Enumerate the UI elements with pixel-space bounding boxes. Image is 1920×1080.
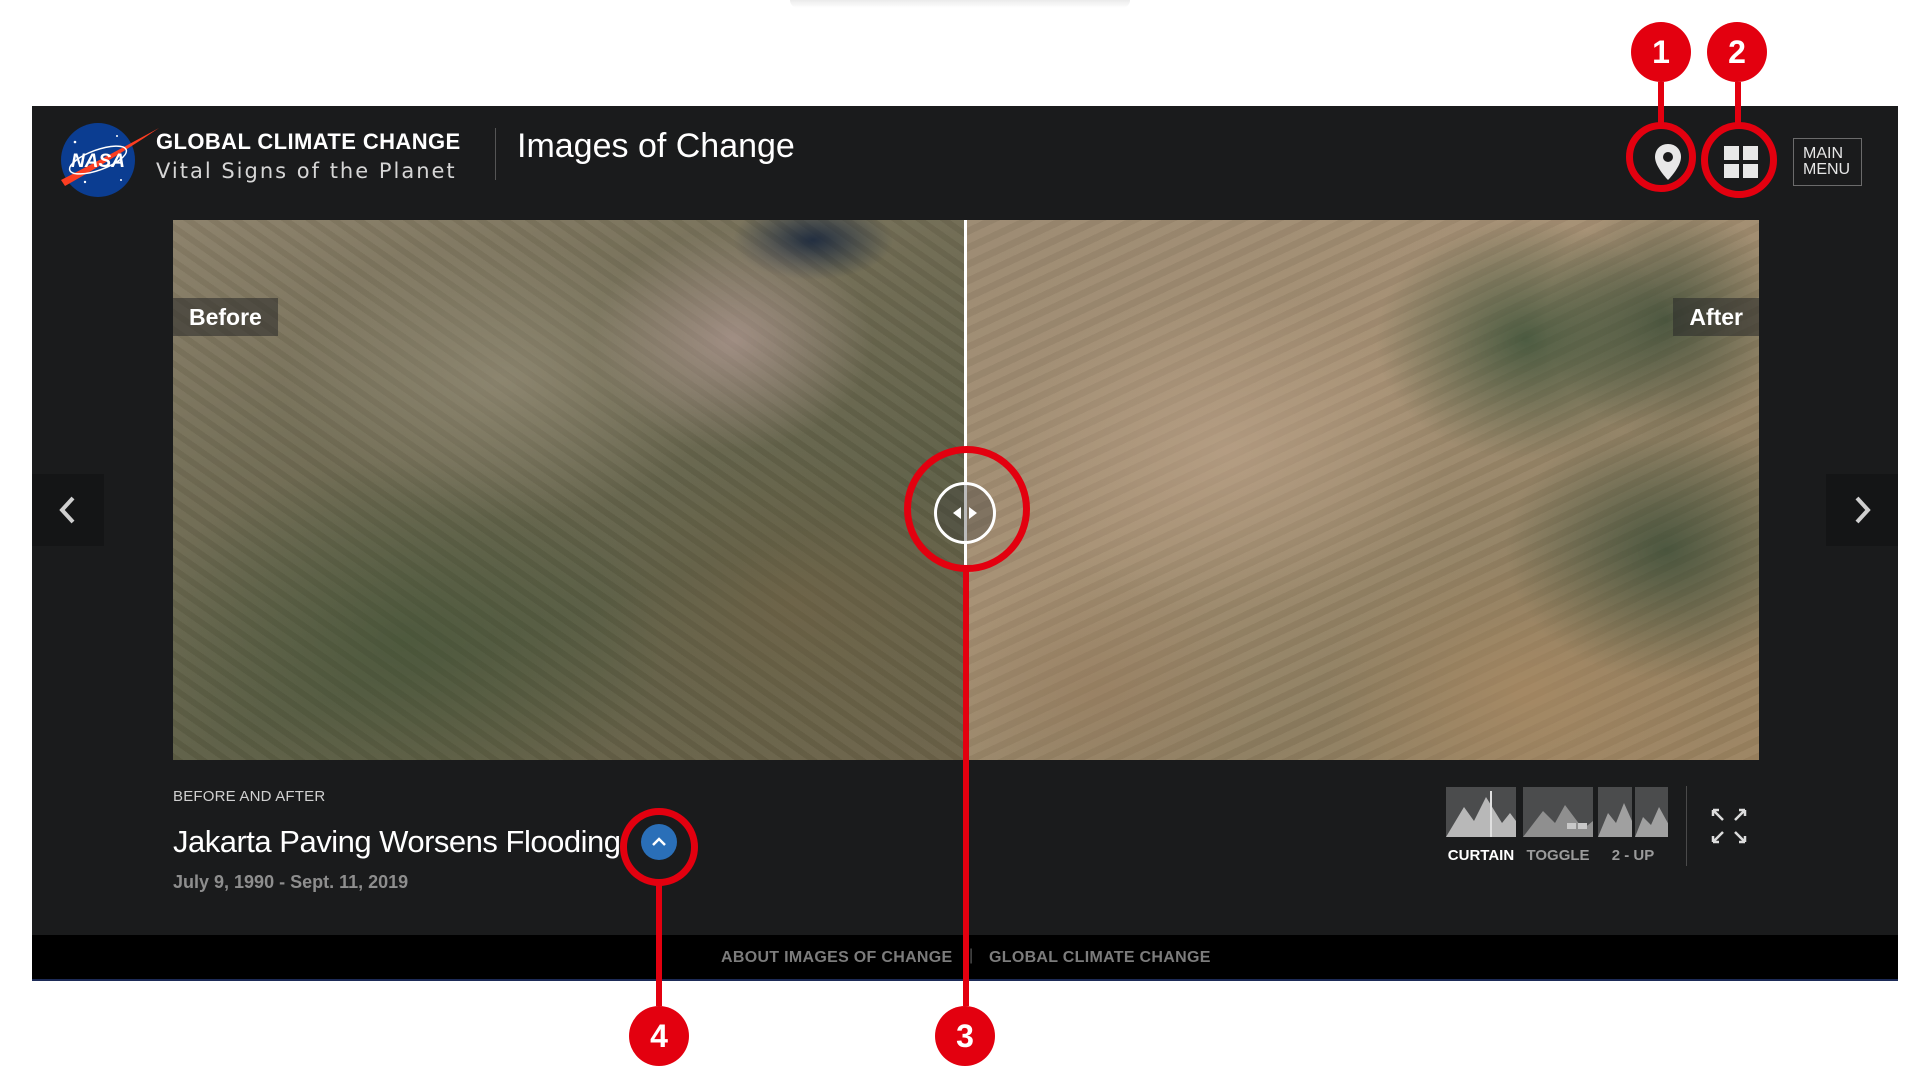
nasa-logo[interactable]: NASA: [55, 120, 163, 200]
mountain-icon: [1523, 805, 1593, 837]
two-up-thumb: [1598, 787, 1668, 837]
brand-block[interactable]: GLOBAL CLIMATE CHANGE Vital Signs of the…: [156, 130, 461, 184]
curtain-thumb: [1446, 787, 1516, 837]
header-divider: [495, 128, 496, 180]
view-mode-toggle-label: TOGGLE: [1526, 847, 1590, 864]
annotation-line-4: [656, 884, 662, 1006]
global-climate-change-link[interactable]: GLOBAL CLIMATE CHANGE: [989, 949, 1211, 967]
main-menu-label-2: MENU: [1803, 161, 1851, 178]
page-title: Images of Change: [517, 127, 795, 165]
footer-separator: |: [969, 947, 974, 964]
annotation-circle-3: [904, 446, 1030, 572]
two-up-left: [1598, 787, 1632, 837]
view-mode-toggle[interactable]: TOGGLE: [1523, 787, 1593, 864]
chevron-left-icon: [59, 496, 75, 524]
caption-date: July 9, 1990 - Sept. 11, 2019: [173, 872, 409, 892]
next-image-button[interactable]: [1826, 474, 1898, 546]
annotation-circle-2: [1701, 122, 1777, 198]
main-menu-label-1: MAIN: [1803, 145, 1843, 162]
mountain-icon: [1446, 791, 1516, 837]
before-image: [173, 220, 966, 760]
view-mode-curtain[interactable]: CURTAIN: [1446, 787, 1516, 864]
mountain-icon: [1598, 803, 1632, 837]
chevron-right-icon: [1855, 496, 1871, 524]
caption-title: Jakarta Paving Worsens Flooding: [173, 824, 621, 859]
before-label: Before: [173, 298, 278, 336]
svg-text:NASA: NASA: [71, 151, 125, 172]
brand-subtitle: Vital Signs of the Planet: [156, 159, 457, 183]
brand-title: GLOBAL CLIMATE CHANGE: [156, 129, 461, 154]
after-image: [966, 220, 1759, 760]
about-images-of-change-link[interactable]: ABOUT IMAGES OF CHANGE: [721, 949, 953, 967]
toggle-thumb: [1523, 787, 1593, 837]
annotation-badge-4: 4: [629, 1006, 689, 1066]
annotation-badge-1: 1: [1631, 22, 1691, 82]
view-mode-curtain-label: CURTAIN: [1447, 847, 1515, 864]
main-menu-button[interactable]: MAIN MENU: [1793, 138, 1862, 186]
fullscreen-icon: [1711, 808, 1747, 844]
view-mode-2up[interactable]: 2 - UP: [1598, 787, 1668, 864]
site-header: NASA GLOBAL CLIMATE CHANGE Vital Signs o…: [32, 106, 1898, 202]
controls-divider: [1686, 786, 1687, 866]
caption-kicker: BEFORE AND AFTER: [173, 788, 326, 805]
annotation-circle-1: [1626, 122, 1696, 192]
annotation-line-1: [1658, 82, 1664, 124]
annotation-badge-2: 2: [1707, 22, 1767, 82]
annotation-badge-3: 3: [935, 1006, 995, 1066]
annotation-line-3: [963, 570, 969, 1006]
view-mode-2up-label: 2 - UP: [1611, 847, 1655, 864]
annotation-line-2: [1735, 82, 1741, 124]
after-label: After: [1673, 298, 1759, 336]
top-shadow: [790, 0, 1130, 8]
previous-image-button[interactable]: [32, 474, 104, 546]
mountain-icon: [1634, 807, 1668, 837]
two-up-right: [1634, 787, 1668, 837]
fullscreen-button[interactable]: [1709, 806, 1749, 846]
annotation-circle-4: [620, 808, 698, 886]
